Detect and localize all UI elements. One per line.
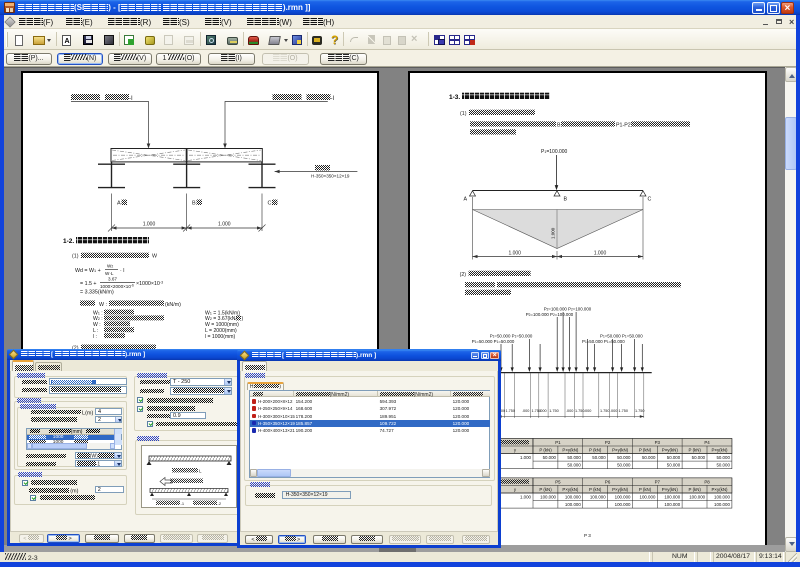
svg-text:C: C	[648, 197, 652, 203]
svg-text:P1=50.000 P1=50.000: P1=50.000 P1=50.000	[490, 334, 533, 339]
svg-text:): )	[242, 316, 244, 322]
svg-text:-I: -I	[129, 96, 133, 102]
svg-text:1-2.: 1-2.	[63, 238, 74, 245]
svg-text:-1: -1	[181, 500, 185, 505]
svg-text:W: W	[152, 254, 157, 260]
svg-text:P1=50.000 P1=50.000: P1=50.000 P1=50.000	[472, 339, 515, 344]
svg-text:B: B	[557, 123, 561, 129]
svg-text:P1=50.000 P1=50.000: P1=50.000 P1=50.000	[582, 339, 625, 344]
svg-text:W :: W :	[99, 302, 107, 308]
svg-text:B: B	[192, 201, 196, 207]
svg-text:P1-P2: P1-P2	[616, 123, 631, 129]
svg-text:C: C	[268, 201, 272, 207]
svg-text:1.000: 1.000	[551, 227, 556, 239]
svg-text:P1=100.000: P1=100.000	[541, 149, 568, 155]
svg-text:l :: l :	[93, 334, 97, 340]
svg-text:= 3.335(kN/m): = 3.335(kN/m)	[80, 290, 114, 296]
svg-text:-2: -2	[218, 500, 222, 505]
svg-text:1-3.: 1-3.	[449, 94, 460, 101]
svg-text:(1): (1)	[460, 111, 467, 117]
svg-text:P2=100.000 P2=100.000: P2=100.000 P2=100.000	[544, 307, 592, 312]
svg-text:· l: · l	[120, 268, 124, 274]
svg-text:A: A	[117, 201, 121, 207]
svg-text:3.67: 3.67	[108, 277, 117, 282]
svg-text:L: L	[199, 468, 202, 473]
svg-text:1.000: 1.000	[143, 222, 156, 228]
svg-text:W·L: W·L	[105, 271, 114, 276]
svg-text:(kN/m): (kN/m)	[165, 302, 181, 308]
svg-text:Wd = W1 +: Wd = W1 +	[75, 268, 101, 274]
svg-text:1.000: 1.000	[218, 222, 231, 228]
svg-text:(1): (1)	[72, 254, 79, 260]
svg-text:= 1.5 +: = 1.5 +	[80, 281, 97, 287]
svg-text:P2=100.000 P2=100.000: P2=100.000 P2=100.000	[526, 312, 574, 317]
svg-text:B: B	[564, 197, 568, 203]
svg-text:P1=50.000 P1=50.000: P1=50.000 P1=50.000	[600, 334, 643, 339]
svg-text:H-350×350×12×19: H-350×350×12×19	[311, 174, 350, 179]
svg-text:W2: W2	[107, 264, 113, 269]
svg-text:A: A	[464, 197, 468, 203]
svg-text:1000×2000×10-6: 1000×2000×10-6	[100, 283, 134, 289]
svg-text:1.000: 1.000	[594, 250, 607, 256]
svg-text:(2): (2)	[460, 272, 467, 278]
svg-text:×1000×10-3: ×1000×10-3	[136, 281, 163, 288]
svg-text:1.000: 1.000	[508, 250, 521, 256]
svg-text:-I: -I	[331, 96, 335, 102]
svg-text:l = 1000(mm): l = 1000(mm)	[205, 334, 235, 340]
